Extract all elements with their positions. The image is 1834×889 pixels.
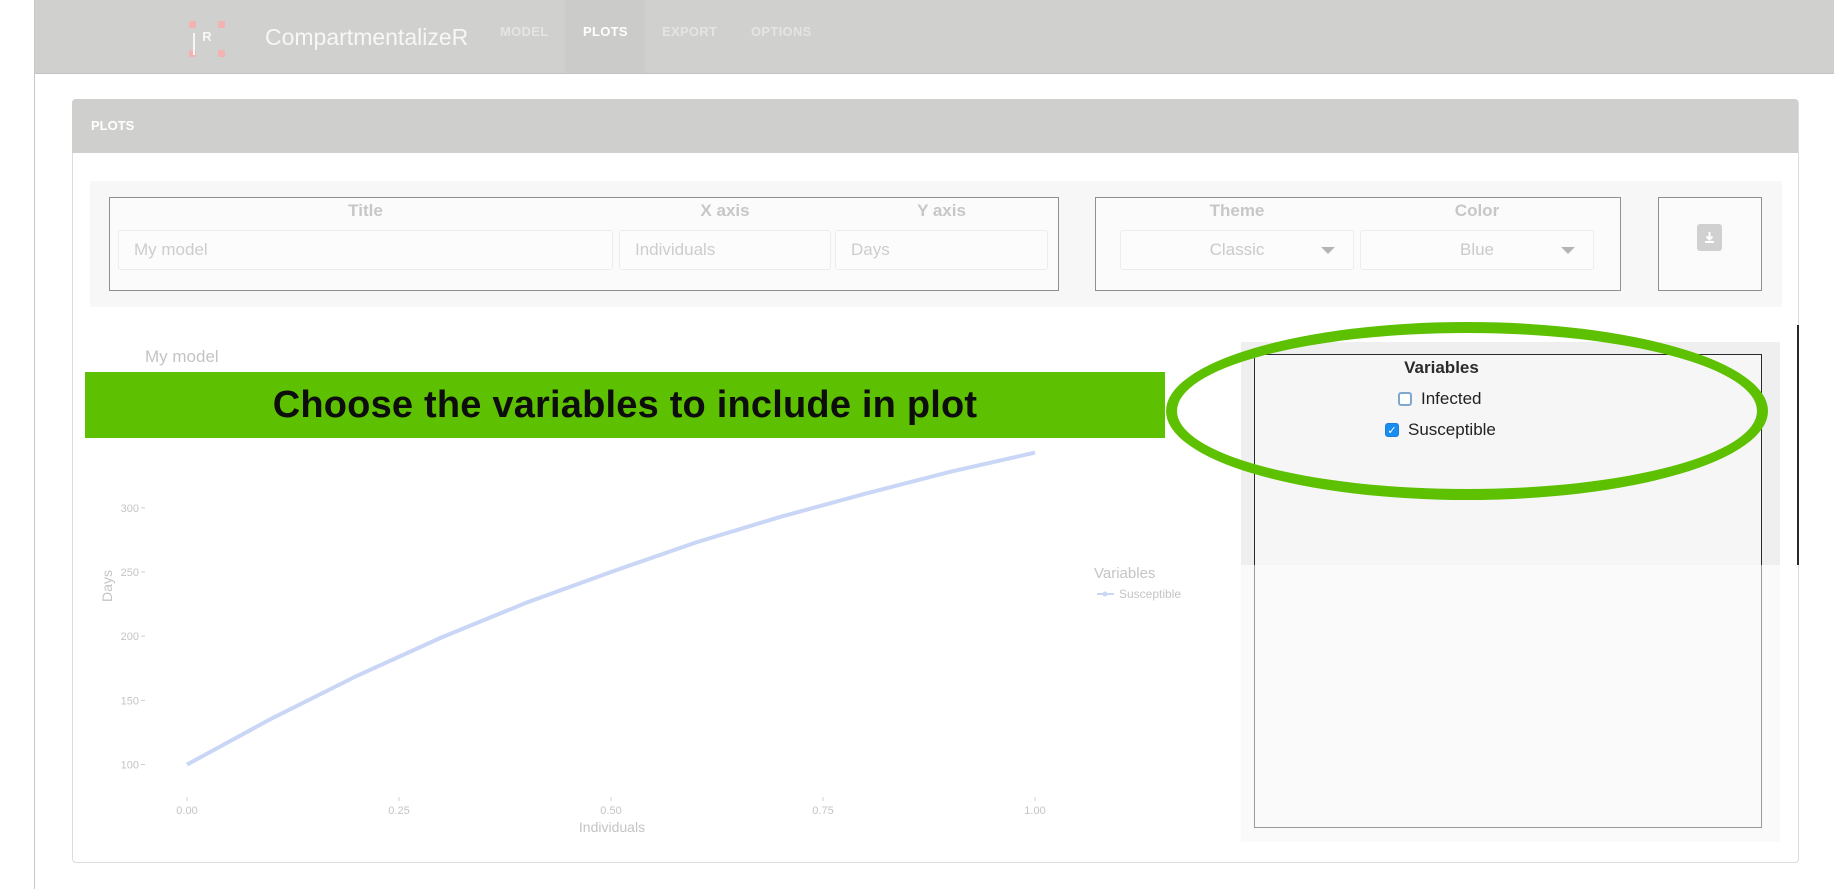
page-left-border: [34, 0, 35, 889]
panel-right-border: [1797, 325, 1799, 565]
app-logo-icon[interactable]: R: [189, 21, 225, 57]
download-button[interactable]: [1697, 224, 1722, 251]
theme-select-value: Classic: [1209, 240, 1265, 259]
color-label: Color: [1454, 201, 1500, 220]
title-label: Title: [348, 201, 383, 220]
annotation-text: Choose the variables to include in plot: [272, 384, 978, 426]
nav-options[interactable]: OPTIONS: [751, 24, 812, 39]
theme-label: Theme: [1209, 201, 1265, 220]
annotation-highlight-ellipse: [1166, 322, 1768, 500]
panel-title: PLOTS: [91, 118, 135, 133]
yaxis-label: Y axis: [917, 201, 966, 220]
yaxis-input[interactable]: [835, 230, 1048, 270]
logo-letter: R: [202, 29, 212, 44]
annotation-callout: Choose the variables to include in plot: [85, 372, 1165, 438]
nav-plots[interactable]: PLOTS: [583, 24, 628, 39]
download-icon: [1705, 232, 1714, 243]
panel-header: PLOTS: [72, 99, 1798, 153]
title-input[interactable]: [118, 230, 613, 270]
variables-box-lower: [1254, 565, 1762, 828]
nav-model[interactable]: MODEL: [500, 24, 548, 39]
theme-select[interactable]: Classic: [1120, 230, 1354, 270]
color-select[interactable]: Blue: [1360, 230, 1594, 270]
chevron-down-icon: [1321, 247, 1335, 254]
nav-export[interactable]: EXPORT: [662, 24, 717, 39]
xaxis-label: X axis: [700, 201, 750, 220]
color-select-value: Blue: [1459, 240, 1495, 259]
chevron-down-icon: [1561, 247, 1575, 254]
xaxis-input[interactable]: [619, 230, 831, 270]
app-brand[interactable]: CompartmentalizeR: [265, 24, 468, 51]
